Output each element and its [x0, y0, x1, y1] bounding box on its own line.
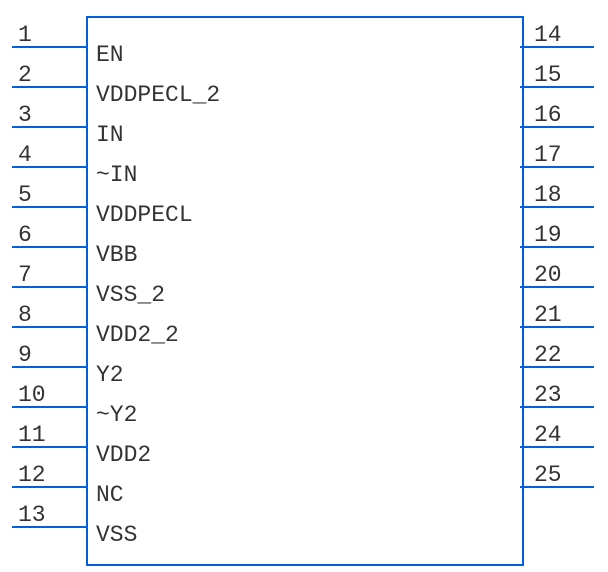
- pin-number: 18: [534, 182, 562, 208]
- pin-number: 12: [18, 462, 46, 488]
- pin-number: 9: [18, 342, 32, 368]
- pin-number: 10: [18, 382, 46, 408]
- pin-label: VSS_2: [96, 282, 165, 308]
- pin-label: ~Y2: [96, 402, 137, 428]
- pin-label: VSS: [96, 522, 137, 548]
- pin-number: 19: [534, 222, 562, 248]
- pin-label: VDDPECL_2: [96, 82, 220, 108]
- pin-number: 21: [534, 302, 562, 328]
- pin-number: 14: [534, 22, 562, 48]
- ic-pinout-diagram: { "chip": { "body": { "x": 86, "y": 16, …: [0, 0, 608, 572]
- pin-number: 15: [534, 62, 562, 88]
- pin-number: 16: [534, 102, 562, 128]
- pin-label: ~IN: [96, 162, 137, 188]
- pin-label: IN: [96, 122, 124, 148]
- pin-label: VDDPECL: [96, 202, 193, 228]
- pin-number: 5: [18, 182, 32, 208]
- pin-label: VDD2_2: [96, 322, 179, 348]
- pin-label: Y2: [96, 362, 124, 388]
- pin-number: 20: [534, 262, 562, 288]
- pin-number: 13: [18, 502, 46, 528]
- pin-number: 3: [18, 102, 32, 128]
- pin-label: NC: [96, 482, 124, 508]
- pin-number: 1: [18, 22, 32, 48]
- pin-number: 6: [18, 222, 32, 248]
- pin-number: 23: [534, 382, 562, 408]
- pin-number: 8: [18, 302, 32, 328]
- pin-number: 22: [534, 342, 562, 368]
- pin-number: 7: [18, 262, 32, 288]
- pin-label: EN: [96, 42, 124, 68]
- pin-number: 2: [18, 62, 32, 88]
- pin-number: 24: [534, 422, 562, 448]
- pin-label: VDD2: [96, 442, 151, 468]
- pin-number: 17: [534, 142, 562, 168]
- pin-number: 11: [18, 422, 46, 448]
- pin-number: 25: [534, 462, 562, 488]
- pin-number: 4: [18, 142, 32, 168]
- pin-label: VBB: [96, 242, 137, 268]
